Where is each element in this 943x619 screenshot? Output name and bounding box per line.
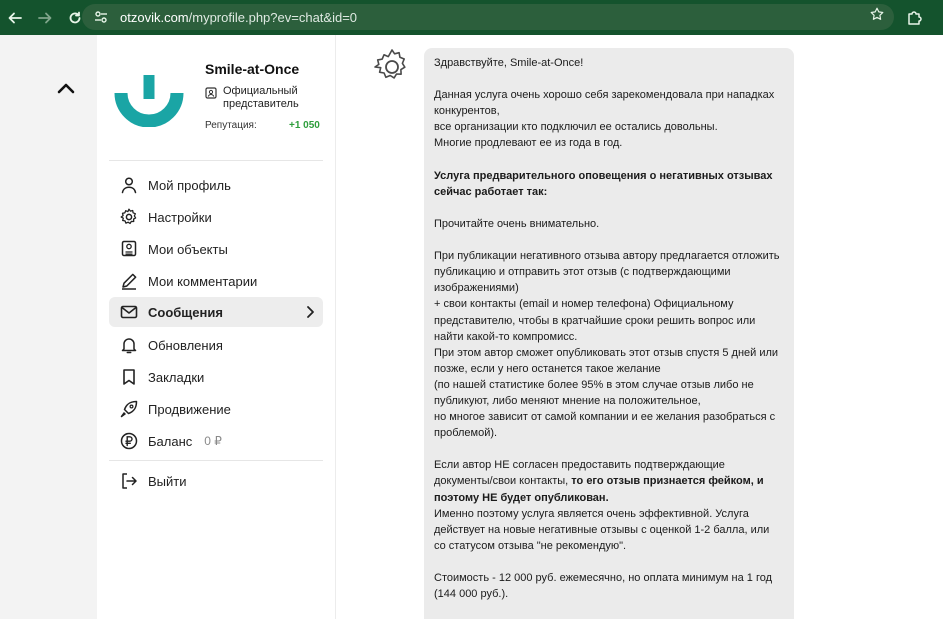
message-line: Многие продлевают ее из года в год. — [434, 137, 623, 150]
back-button[interactable] — [0, 0, 30, 35]
chat-area: Здравствуйте, Smile-at-Once! Данная услу… — [335, 35, 943, 619]
ruble-icon — [119, 431, 139, 451]
pen-icon — [119, 271, 139, 291]
envelope-icon — [119, 302, 139, 322]
rocket-icon — [119, 399, 139, 419]
message-line: (по нашей статистике более 95% в этом сл… — [434, 378, 754, 407]
user-icon — [119, 175, 139, 195]
balance-amount: 0 ₽ — [204, 434, 222, 448]
page-gutter — [0, 35, 97, 619]
divider — [109, 460, 323, 461]
divider — [109, 160, 323, 161]
chat-right-space — [794, 35, 943, 619]
sidebar-item-messages[interactable]: Сообщения — [109, 297, 323, 327]
arrow-right-icon — [38, 12, 52, 23]
sidebar-item-balance[interactable]: Баланс 0 ₽ — [109, 426, 323, 456]
message-bubble: Здравствуйте, Smile-at-Once! Данная услу… — [424, 48, 794, 619]
sidebar-item-label: Закладки — [148, 369, 205, 385]
id-badge-icon — [205, 87, 217, 99]
collapse-button[interactable] — [54, 79, 78, 97]
message-line: Именно поэтому услуга является очень эфф… — [434, 507, 770, 552]
extensions-button[interactable] — [902, 6, 926, 30]
sidebar-item-bookmarks[interactable]: Закладки — [109, 362, 323, 392]
sidebar-item-label: Настройки — [148, 209, 212, 225]
address-bar[interactable]: otzovik.com/myprofile.php?ev=chat&id=0 — [82, 4, 894, 30]
message-paragraph: Прочитайте очень внимательно. — [434, 217, 600, 230]
sidebar-item-label: Продвижение — [148, 401, 231, 417]
message-paragraph: Данная услуга очень хорошо себя зарекоме… — [434, 87, 784, 151]
sidebar-item-profile[interactable]: Мой профиль — [109, 170, 323, 200]
bookmark-icon — [119, 367, 139, 387]
reputation-value: +1 050 — [289, 120, 320, 131]
objects-icon — [119, 239, 139, 259]
bell-icon — [119, 335, 139, 355]
message-line: + свои контакты (email и номер телефона)… — [434, 298, 756, 343]
forward-button[interactable] — [30, 0, 60, 35]
profile-card: Smile-at-Once Официальный представитель … — [97, 35, 335, 160]
sidebar-item-updates[interactable]: Обновления — [109, 330, 323, 360]
message-line: Данная услуга очень хорошо себя зарекоме… — [434, 89, 775, 118]
url-path: /myprofile.php?ev=chat&id=0 — [188, 9, 358, 25]
chevron-up-icon — [57, 83, 75, 94]
logout-icon — [119, 471, 139, 491]
official-badge: Официальный представитель — [205, 85, 333, 111]
sidebar-item-label: Сообщения — [148, 304, 223, 320]
reload-icon — [69, 11, 81, 23]
sidebar-item-comments[interactable]: Мои комментарии — [109, 266, 323, 296]
gear-icon — [119, 207, 139, 227]
sender-avatar — [372, 47, 412, 87]
company-logo — [113, 65, 185, 128]
sidebar-item-label: Мои комментарии — [148, 273, 258, 289]
browser-toolbar: otzovik.com/myprofile.php?ev=chat&id=0 — [0, 0, 943, 35]
message-greeting: Здравствуйте, Smile-at-Once! — [434, 57, 584, 69]
message-paragraph: Стоимость - 12 000 руб. ежемесячно, но о… — [434, 572, 773, 601]
profile-name[interactable]: Smile-at-Once — [205, 61, 299, 77]
sidebar-item-label: Мой профиль — [148, 177, 231, 193]
sidebar-item-label: Обновления — [148, 337, 223, 353]
sidebar: Smile-at-Once Официальный представитель … — [97, 35, 335, 619]
url-host: otzovik.com — [120, 9, 189, 25]
sidebar-item-promotion[interactable]: Продвижение — [109, 394, 323, 424]
sidebar-item-settings[interactable]: Настройки — [109, 202, 323, 232]
message-line: все организации кто подключил ее осталис… — [434, 121, 718, 134]
sidebar-item-label: Мои объекты — [148, 241, 228, 257]
sidebar-item-label: Баланс — [148, 433, 193, 449]
message-paragraph: Если автор НЕ согласен предоставить подт… — [434, 457, 784, 554]
url-text: otzovik.com/myprofile.php?ev=chat&id=0 — [120, 10, 357, 25]
sidebar-item-label: Выйти — [148, 473, 187, 489]
message-line: но многое зависит от самой компании и ее… — [434, 411, 776, 440]
bookmark-star-button[interactable] — [870, 7, 884, 25]
badge-text: Официальный представитель — [223, 85, 299, 110]
tune-icon — [95, 11, 107, 23]
message-paragraph: Услуга предварительного оповещения о нег… — [434, 168, 784, 200]
message-paragraph: При публикации негативного отзыва автору… — [434, 248, 784, 441]
message-bold-line: Услуга предварительного оповещения о нег… — [434, 169, 773, 198]
chevron-right-icon — [307, 306, 314, 318]
site-info-button[interactable] — [90, 6, 112, 28]
reputation-label: Репутация: — [205, 120, 257, 131]
sidebar-item-logout[interactable]: Выйти — [109, 466, 323, 496]
message-line: При публикации негативного отзыва автору… — [434, 250, 780, 295]
puzzle-icon — [908, 11, 922, 25]
star-icon — [870, 7, 884, 20]
gear-icon — [374, 49, 406, 79]
sidebar-item-objects[interactable]: Мои объекты — [109, 234, 323, 264]
message-line: При этом автор сможет опубликовать этот … — [434, 346, 779, 375]
arrow-left-icon — [8, 12, 22, 23]
